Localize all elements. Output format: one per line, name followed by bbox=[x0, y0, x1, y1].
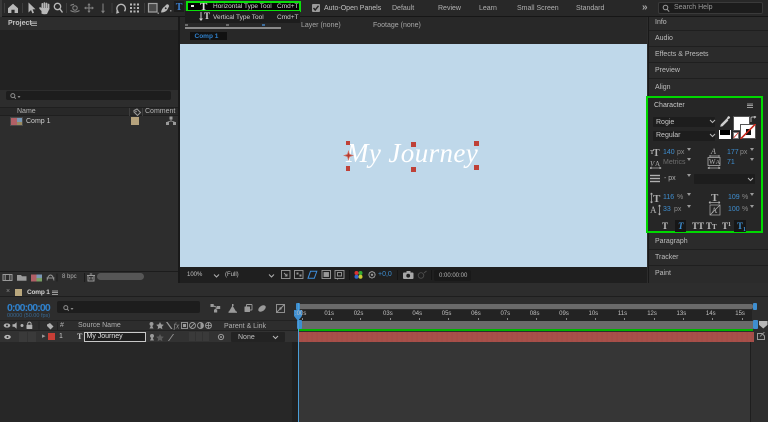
svg-text:fx: fx bbox=[174, 322, 180, 331]
svg-text:T: T bbox=[176, 2, 183, 13]
svg-text:T: T bbox=[653, 193, 661, 204]
svg-text:A: A bbox=[716, 159, 721, 166]
svg-text:T: T bbox=[650, 150, 654, 156]
svg-text:A: A bbox=[710, 147, 716, 156]
svg-text:A: A bbox=[655, 160, 660, 168]
svg-text:A: A bbox=[650, 205, 657, 215]
svg-text:T: T bbox=[653, 148, 660, 158]
